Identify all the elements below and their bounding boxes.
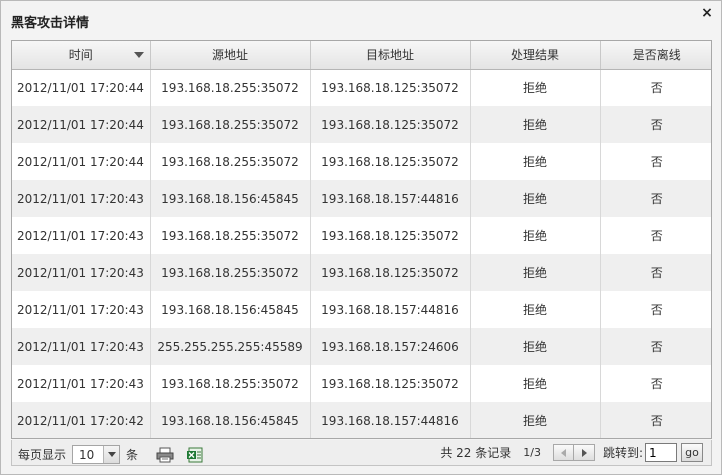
cell-target: 193.168.18.125:35072 <box>310 143 471 180</box>
jump-page-input[interactable] <box>645 443 677 462</box>
cell-source: 193.168.18.255:35072 <box>150 106 311 143</box>
attack-table: 时间 源地址 目标地址 处理结果 是否离线 2012/11/01 17:20:4… <box>11 40 712 439</box>
cell-time: 2012/11/01 17:20:43 <box>12 217 151 254</box>
cell-target: 193.168.18.157:44816 <box>310 402 471 438</box>
cell-source: 193.168.18.255:35072 <box>150 365 311 402</box>
attack-details-dialog: 黑客攻击详情 × 时间 源地址 目标地址 处理结果 是否离线 2012/11/0… <box>0 0 722 475</box>
cell-time: 2012/11/01 17:20:43 <box>12 180 151 217</box>
table-row[interactable]: 2012/11/01 17:20:43 255.255.255.255:4558… <box>12 328 711 365</box>
cell-source: 193.168.18.156:45845 <box>150 291 311 328</box>
close-icon[interactable]: × <box>699 5 715 21</box>
column-header-result[interactable]: 处理结果 <box>470 41 601 70</box>
cell-result: 拒绝 <box>470 217 601 254</box>
cell-target: 193.168.18.125:35072 <box>310 254 471 291</box>
pagination-bar: 每页显示 10 条 共 22 条记录 1/3 跳转到: 1 go <box>11 440 712 466</box>
cell-offline: 否 <box>600 180 711 217</box>
cell-result: 拒绝 <box>470 365 601 402</box>
cell-offline: 否 <box>600 328 711 365</box>
table-row[interactable]: 2012/11/01 17:20:42 193.168.18.156:45845… <box>12 402 711 438</box>
unit-label: 条 <box>126 448 139 462</box>
page-size-value: 10 <box>79 447 95 462</box>
cell-time: 2012/11/01 17:20:44 <box>12 106 151 143</box>
cell-offline: 否 <box>600 106 711 143</box>
pager-right: 共 22 条记录 1/3 跳转到: go <box>440 443 703 462</box>
sort-desc-icon[interactable] <box>133 52 144 58</box>
cell-source: 193.168.18.255:35072 <box>150 143 311 180</box>
cell-target: 193.168.18.125:35072 <box>310 106 471 143</box>
cell-source: 193.168.18.255:35072 <box>150 69 311 106</box>
cell-offline: 否 <box>600 143 711 180</box>
column-header-target[interactable]: 目标地址 <box>310 41 471 70</box>
cell-target: 193.168.18.125:35072 <box>310 365 471 402</box>
column-header-offline[interactable]: 是否离线 <box>600 41 711 70</box>
cell-offline: 否 <box>600 69 711 106</box>
cell-result: 拒绝 <box>470 402 601 438</box>
cell-result: 拒绝 <box>470 106 601 143</box>
cell-offline: 否 <box>600 365 711 402</box>
per-page-label: 每页显示 <box>18 448 67 462</box>
table-row[interactable]: 2012/11/01 17:20:43 193.168.18.255:35072… <box>12 217 711 254</box>
cell-result: 拒绝 <box>470 69 601 106</box>
title-bar: 黑客攻击详情 × <box>1 1 721 37</box>
table-row[interactable]: 2012/11/01 17:20:43 193.168.18.255:35072… <box>12 365 711 402</box>
cell-target: 193.168.18.157:24606 <box>310 328 471 365</box>
cell-source: 193.168.18.255:35072 <box>150 217 311 254</box>
cell-source: 193.168.18.255:35072 <box>150 254 311 291</box>
cell-target: 193.168.18.125:35072 <box>310 217 471 254</box>
cell-source: 193.168.18.156:45845 <box>150 180 311 217</box>
printer-icon[interactable] <box>156 447 174 463</box>
cell-time: 2012/11/01 17:20:44 <box>12 69 151 106</box>
total-records: 共 22 条记录 <box>440 446 512 460</box>
cell-target: 193.168.18.157:44816 <box>310 180 471 217</box>
excel-icon[interactable] <box>186 447 204 463</box>
page-size-select[interactable]: 10 <box>72 445 121 464</box>
cell-time: 2012/11/01 17:20:43 <box>12 291 151 328</box>
jump-label: 跳转到: <box>602 446 643 460</box>
prev-page-button[interactable] <box>552 444 574 461</box>
page-nav <box>552 444 595 461</box>
column-header-source[interactable]: 源地址 <box>150 41 311 70</box>
cell-result: 拒绝 <box>470 254 601 291</box>
pager-left: 每页显示 10 条 <box>18 445 204 464</box>
cell-target: 193.168.18.157:44816 <box>310 291 471 328</box>
cell-time: 2012/11/01 17:20:44 <box>12 143 151 180</box>
cell-result: 拒绝 <box>470 328 601 365</box>
cell-target: 193.168.18.125:35072 <box>310 69 471 106</box>
cell-time: 2012/11/01 17:20:42 <box>12 402 151 438</box>
cell-time: 2012/11/01 17:20:43 <box>12 328 151 365</box>
go-button[interactable]: go <box>681 443 703 462</box>
table-row[interactable]: 2012/11/01 17:20:44 193.168.18.255:35072… <box>12 69 711 106</box>
cell-result: 拒绝 <box>470 180 601 217</box>
cell-offline: 否 <box>600 291 711 328</box>
cell-offline: 否 <box>600 217 711 254</box>
cell-offline: 否 <box>600 402 711 438</box>
column-header-time[interactable]: 时间 <box>12 41 151 70</box>
dialog-title: 黑客攻击详情 <box>11 16 90 31</box>
table-row[interactable]: 2012/11/01 17:20:43 193.168.18.156:45845… <box>12 180 711 217</box>
table-row[interactable]: 2012/11/01 17:20:43 193.168.18.156:45845… <box>12 291 711 328</box>
cell-result: 拒绝 <box>470 143 601 180</box>
page-indicator: 1/3 <box>523 446 541 459</box>
table-row[interactable]: 2012/11/01 17:20:44 193.168.18.255:35072… <box>12 143 711 180</box>
table-row[interactable]: 2012/11/01 17:20:44 193.168.18.255:35072… <box>12 106 711 143</box>
table-row[interactable]: 2012/11/01 17:20:43 193.168.18.255:35072… <box>12 254 711 291</box>
cell-result: 拒绝 <box>470 291 601 328</box>
table-header-row: 时间 源地址 目标地址 处理结果 是否离线 <box>12 41 711 70</box>
cell-time: 2012/11/01 17:20:43 <box>12 365 151 402</box>
chevron-down-icon[interactable] <box>103 446 120 463</box>
cell-offline: 否 <box>600 254 711 291</box>
cell-source: 193.168.18.156:45845 <box>150 402 311 438</box>
cell-time: 2012/11/01 17:20:43 <box>12 254 151 291</box>
cell-source: 255.255.255.255:45589 <box>150 328 311 365</box>
next-page-button[interactable] <box>573 444 595 461</box>
